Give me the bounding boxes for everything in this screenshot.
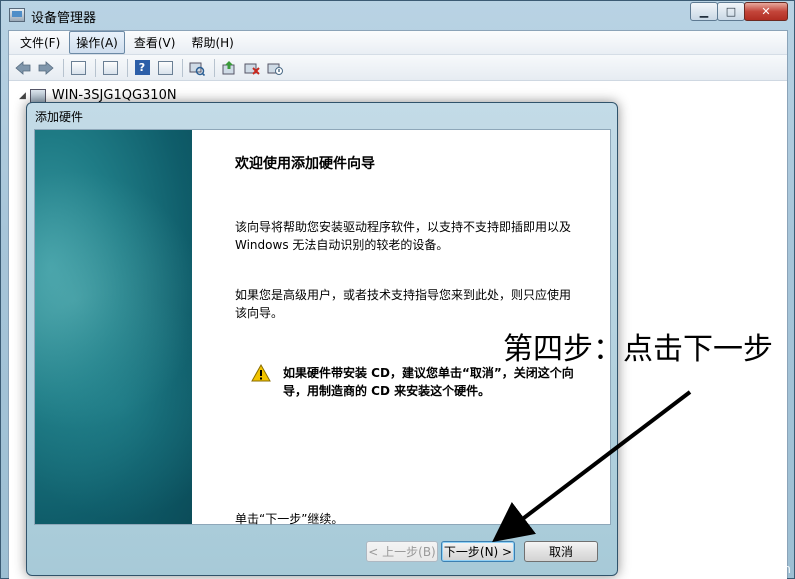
disable-device-icon[interactable] [265,59,285,77]
wizard-side-panel [35,130,192,524]
menu-file[interactable]: 文件(F) [13,31,67,54]
tree-root-node[interactable]: ◢ WIN-3SJG1QG310N [19,88,177,103]
warning-line-2: 导，用制造商的 CD 来安装这个硬件。 [283,384,491,398]
menubar: 文件(F) 操作(A) 查看(V) 帮助(H) [9,31,787,55]
next-button[interactable]: 下一步(N) > [441,541,515,562]
maximize-button[interactable]: □ [717,2,745,21]
warning-text: 如果硬件带安装 CD，建议您单击“取消”，关闭这个向 导，用制造商的 CD 来安… [283,364,574,400]
advanced-line-2: 该向导。 [235,306,284,320]
warning-row: 如果硬件带安装 CD，建议您单击“取消”，关闭这个向 导，用制造商的 CD 来安… [251,364,601,400]
computer-icon [29,88,46,103]
dialog-button-bar: < 上一步(B) 下一步(N) > 取消 [27,533,617,573]
close-icon: ✕ [761,5,771,18]
wizard-advanced-text: 如果您是高级用户，或者技术支持指导您来到此处，则只应使用 该向导。 [235,286,595,322]
wizard-footnote: 单击“下一步”继续。 [235,512,344,526]
minimize-button[interactable]: ▁ [690,2,718,21]
expand-arrow-icon[interactable]: ◢ [19,91,26,101]
toolbar-separator [63,58,64,77]
back-button[interactable]: < 上一步(B) [366,541,438,562]
forward-arrow-icon[interactable] [36,59,56,77]
scan-hardware-icon[interactable] [187,59,207,77]
device-manager-icon [9,8,25,22]
toolbar: ? [9,55,787,81]
toolbar-separator [95,58,96,77]
uninstall-icon[interactable] [242,59,262,77]
caption-buttons: ▁ □ ✕ [690,2,788,21]
action-pane-icon[interactable] [155,59,175,77]
menu-view[interactable]: 查看(V) [127,31,183,54]
cancel-button[interactable]: 取消 [524,541,598,562]
wizard-heading: 欢迎使用添加硬件向导 [235,156,375,172]
minimize-icon: ▁ [699,5,709,18]
warning-icon [251,364,271,382]
tree-root-label: WIN-3SJG1QG310N [51,88,177,103]
window-title: 设备管理器 [31,11,97,26]
toolbar-separator [127,58,128,77]
intro-line-2: Windows 无法自动识别的较老的设备。 [235,238,449,252]
back-arrow-icon[interactable] [13,59,33,77]
titlebar[interactable]: 设备管理器 ▁ □ ✕ [1,1,794,29]
watermark-text: www.52zhe.com [692,562,791,576]
properties-icon[interactable] [100,59,120,77]
console-tree-icon[interactable] [68,59,88,77]
toolbar-separator [182,58,183,77]
wizard-intro-text: 该向导将帮助您安装驱动程序软件，以支持不支持即插即用以及 Windows 无法自… [235,218,595,254]
intro-line-1: 该向导将帮助您安装驱动程序软件，以支持不支持即插即用以及 [235,220,572,234]
step-annotation: 第四步：点击下一步 [503,332,773,367]
menu-action[interactable]: 操作(A) [69,31,125,54]
menu-help[interactable]: 帮助(H) [184,31,240,54]
update-driver-icon[interactable] [219,59,239,77]
advanced-line-1: 如果您是高级用户，或者技术支持指导您来到此处，则只应使用 [235,288,572,302]
help-icon[interactable]: ? [132,59,152,77]
toolbar-separator [214,58,215,77]
maximize-icon: □ [725,5,737,18]
dialog-titlebar[interactable]: 添加硬件 [27,103,617,127]
close-button[interactable]: ✕ [744,2,788,21]
dialog-title: 添加硬件 [35,110,84,124]
